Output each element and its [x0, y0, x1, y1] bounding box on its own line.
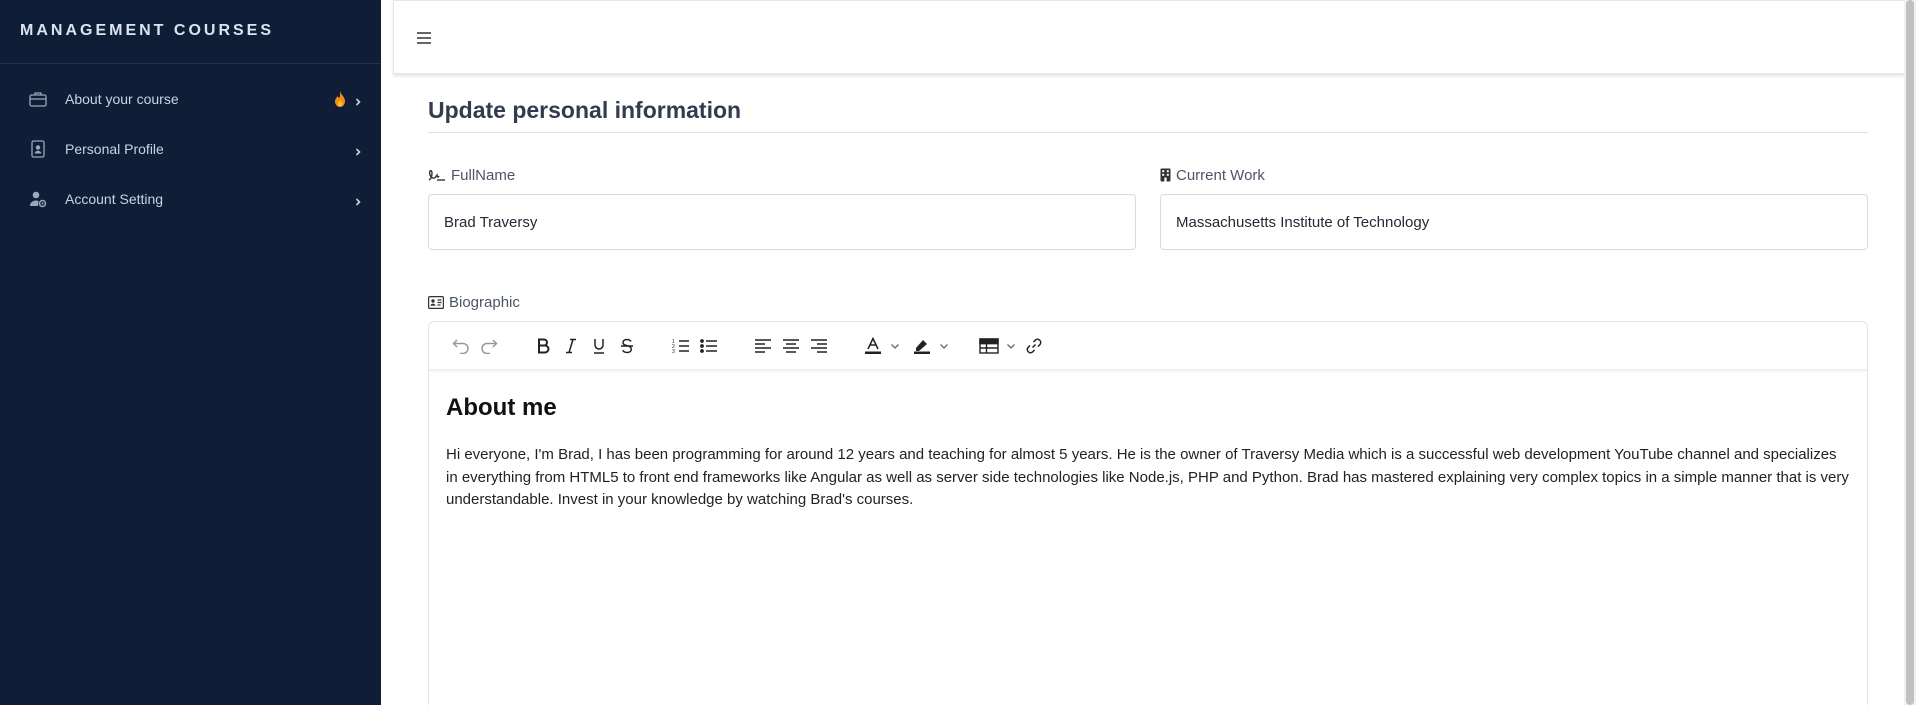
fullname-label-row: FullName: [428, 166, 1136, 184]
building-icon: [1160, 168, 1171, 182]
chevron-right-icon: [353, 144, 363, 156]
undo-icon[interactable]: [447, 331, 475, 361]
page-title: Update personal information: [428, 90, 1868, 133]
sidebar-item-label: Personal Profile: [65, 141, 164, 157]
sidebar-item-personal-profile[interactable]: Personal Profile: [0, 124, 381, 174]
rich-text-editor[interactable]: 123 About me Hi everyone, I'm Brad, I ha…: [428, 321, 1868, 705]
briefcase-icon: [28, 89, 48, 109]
chevron-down-icon: [1006, 337, 1016, 355]
highlight-dropdown[interactable]: [908, 331, 949, 361]
sidebar-nav: About your course Personal Profile Accou…: [0, 64, 381, 224]
sidebar: MANAGEMENT COURSES About your course Per…: [0, 0, 381, 705]
current-work-input[interactable]: Massachusetts Institute of Technology: [1160, 194, 1868, 250]
app-root: MANAGEMENT COURSES About your course Per…: [0, 0, 1920, 705]
align-right-icon[interactable]: [805, 331, 833, 361]
hamburger-icon[interactable]: [416, 31, 432, 45]
editor-toolbar: 123: [429, 322, 1867, 370]
signature-icon: [428, 169, 445, 181]
editor-content[interactable]: About me Hi everyone, I'm Brad, I has be…: [429, 370, 1867, 512]
italic-icon[interactable]: [557, 331, 585, 361]
link-icon[interactable]: [1020, 331, 1048, 361]
fullname-field: FullName Brad Traversy: [428, 166, 1136, 250]
font-color-icon: [859, 331, 887, 361]
main-content: Update personal information FullName Bra…: [428, 90, 1868, 705]
sidebar-item-label: Account Setting: [65, 191, 164, 207]
id-badge-icon: [28, 139, 48, 159]
bio-paragraph: Hi everyone, I'm Brad, I has been progra…: [446, 446, 1849, 508]
bio-heading: About me: [446, 394, 557, 421]
fullname-input[interactable]: Brad Traversy: [428, 194, 1136, 250]
chevron-down-icon: [939, 337, 949, 355]
sidebar-item-label: About your course: [65, 91, 179, 107]
font-color-dropdown[interactable]: [859, 331, 900, 361]
brand-title: MANAGEMENT COURSES: [0, 0, 381, 64]
underline-icon[interactable]: [585, 331, 613, 361]
bulleted-list-icon[interactable]: [695, 331, 723, 361]
fire-icon: [334, 91, 346, 107]
current-work-label: Current Work: [1176, 166, 1265, 184]
svg-text:3: 3: [672, 349, 675, 354]
form-row: FullName Brad Traversy Current Work Mass…: [428, 166, 1868, 250]
chevron-down-icon: [890, 337, 900, 355]
chevron-right-icon: [353, 194, 363, 206]
table-dropdown[interactable]: [975, 331, 1016, 361]
redo-icon[interactable]: [475, 331, 503, 361]
numbered-list-icon[interactable]: 123: [667, 331, 695, 361]
user-gear-icon: [28, 189, 48, 209]
sidebar-item-about-course[interactable]: About your course: [0, 74, 381, 124]
align-center-icon[interactable]: [777, 331, 805, 361]
fullname-label: FullName: [451, 166, 516, 184]
sidebar-item-account-setting[interactable]: Account Setting: [0, 174, 381, 224]
current-work-field: Current Work Massachusetts Institute of …: [1160, 166, 1868, 250]
align-left-icon[interactable]: [749, 331, 777, 361]
page-scrollbar[interactable]: [1904, 0, 1916, 705]
scrollbar-thumb[interactable]: [1906, 0, 1914, 705]
biographic-label-row: Biographic: [428, 293, 1868, 311]
table-icon: [975, 331, 1003, 361]
biographic-label: Biographic: [449, 293, 520, 311]
highlight-icon: [908, 331, 936, 361]
bold-icon[interactable]: [529, 331, 557, 361]
top-bar: [393, 0, 1905, 74]
strikethrough-icon[interactable]: [613, 331, 641, 361]
id-card-icon: [428, 295, 444, 309]
current-work-label-row: Current Work: [1160, 166, 1868, 184]
chevron-right-icon: [353, 94, 363, 106]
